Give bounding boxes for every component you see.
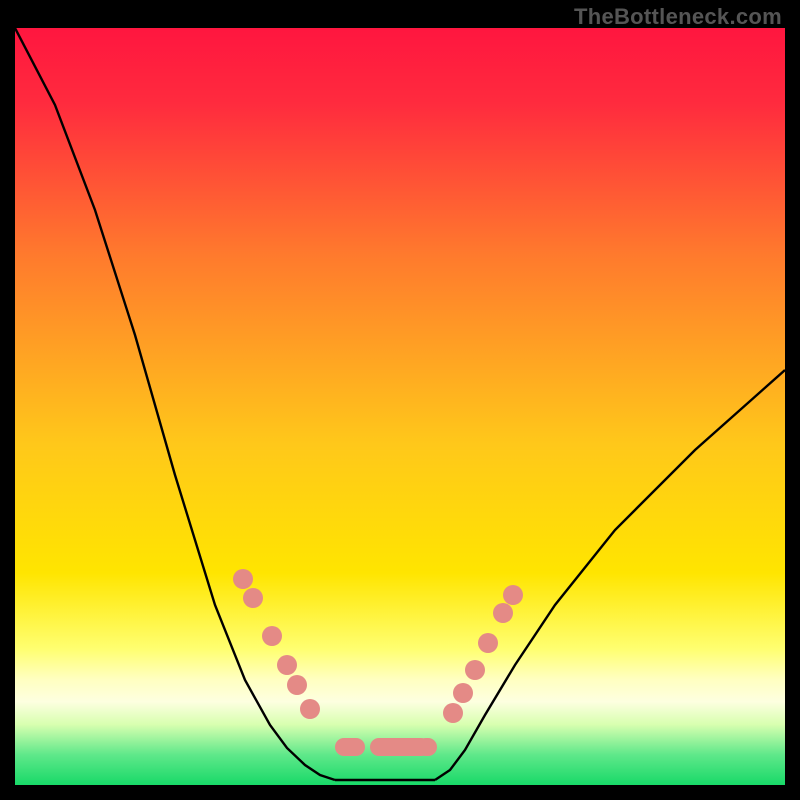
left-marker-dot (277, 655, 297, 675)
right-curve (435, 370, 785, 780)
bottom-marker-segment (417, 738, 437, 756)
chart-stage: TheBottleneck.com (0, 0, 800, 800)
right-marker-dot (478, 633, 498, 653)
right-marker-dot (503, 585, 523, 605)
right-marker-dot (465, 660, 485, 680)
left-marker-dot (243, 588, 263, 608)
plot-area (15, 28, 785, 785)
bottom-marker-segment (335, 738, 365, 756)
right-marker-dot (443, 703, 463, 723)
watermark-text: TheBottleneck.com (574, 4, 782, 30)
left-marker-dot (287, 675, 307, 695)
right-marker-dot (453, 683, 473, 703)
right-marker-dot (493, 603, 513, 623)
left-marker-dot (262, 626, 282, 646)
left-marker-dot (233, 569, 253, 589)
left-marker-dot (300, 699, 320, 719)
chart-curves (15, 28, 785, 785)
